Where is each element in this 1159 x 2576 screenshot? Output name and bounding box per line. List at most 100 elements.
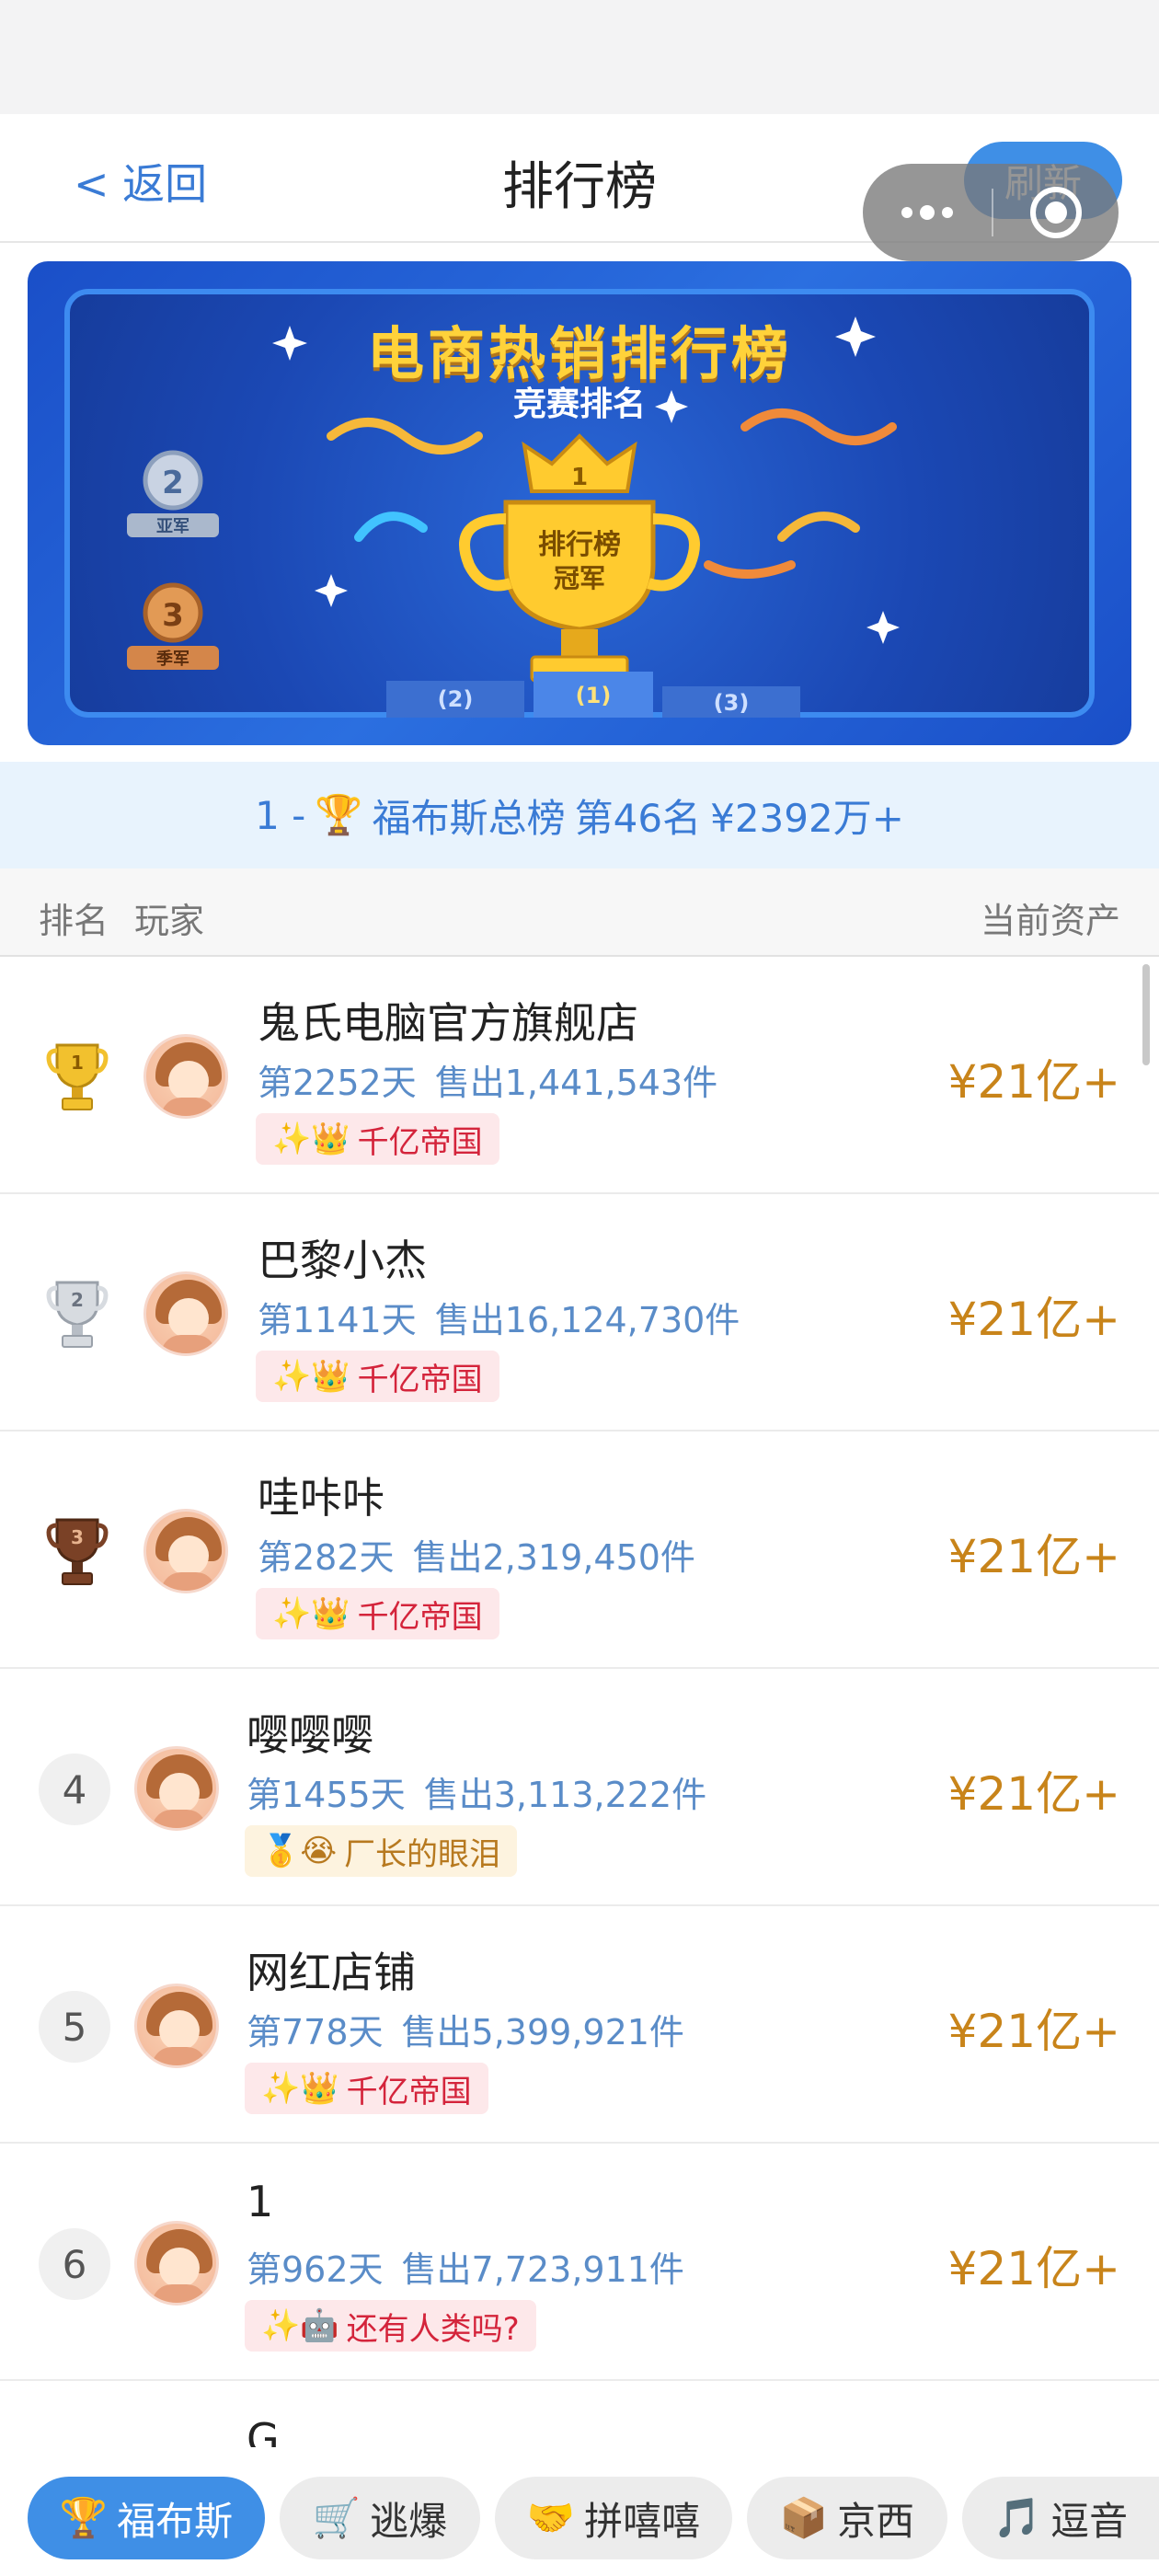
platform-tabs: 🏆 福布斯 🛒 逃爆 🤝 拼嘻嘻 📦 京西 🎵 逗音 <box>0 2458 1159 2576</box>
my-rank-prefix: 1 - <box>255 792 306 838</box>
status-bar <box>0 0 1159 114</box>
svg-text:3: 3 <box>71 1526 84 1548</box>
sold-count: 售出1,441,543件 <box>434 1063 718 1103</box>
svg-text:季军: 季军 <box>156 650 189 669</box>
silver-trophy-icon: 2 <box>46 1281 109 1348</box>
rank-number: 6 <box>39 2228 110 2300</box>
avatar <box>143 1271 228 1356</box>
column-rank: 排名 <box>39 901 109 941</box>
champion-trophy-icon: 1 排行榜 冠军 <box>459 433 700 683</box>
tab-douyin[interactable]: 🎵 逗音 <box>962 2477 1159 2559</box>
package-icon: 📦 <box>779 2495 829 2540</box>
table-row[interactable]: 6 1 第962天 售出7,723,911件 ✨🤖 还有人类吗? ¥21亿+ <box>0 2144 1159 2381</box>
table-row[interactable]: 1 鬼氏电脑官方旗舰店 第2252天 售出1,441,543件 ✨👑 千亿帝国 ¥… <box>0 957 1159 1194</box>
player-name: 嘤嘤嘤 <box>247 1710 373 1760</box>
player-name: 鬼氏电脑官方旗舰店 <box>258 998 638 1048</box>
my-rank-assets: ¥2392万+ <box>710 795 904 841</box>
table-row[interactable]: 5 网红店铺 第778天 售出5,399,921件 ✨👑 千亿帝国 ¥21亿+ <box>0 1906 1159 2144</box>
sold-count: 售出3,113,222件 <box>423 1775 707 1815</box>
svg-text:1: 1 <box>71 1052 84 1074</box>
tab-label: 逗音 <box>1050 2498 1129 2544</box>
podium: (2) (1) (3) <box>386 672 800 718</box>
title-badge-label: 千亿帝国 <box>357 1598 483 1636</box>
svg-text:(2): (2) <box>438 686 474 712</box>
player-assets: ¥21亿+ <box>947 1530 1120 1583</box>
sparkle-crown-icon: ✨👑 <box>272 1358 350 1395</box>
avatar <box>143 1034 228 1119</box>
svg-text:1: 1 <box>571 464 588 491</box>
leaderboard-list[interactable]: 1 鬼氏电脑官方旗舰店 第2252天 售出1,441,543件 ✨👑 千亿帝国 ¥… <box>0 957 1159 2447</box>
table-header: 排名 玩家 当前资产 <box>0 868 1159 957</box>
column-player: 玩家 <box>134 901 205 941</box>
sparkle-crown-icon: ✨👑 <box>272 1121 350 1157</box>
scrollbar[interactable] <box>1142 964 1150 1065</box>
days-count: 第1141天 <box>258 1300 417 1340</box>
svg-text:冠军: 冠军 <box>554 563 605 593</box>
tab-jingxi[interactable]: 📦 京西 <box>747 2477 947 2559</box>
avatar <box>134 1746 219 1831</box>
player-name: 巴黎小杰 <box>258 1236 427 1285</box>
mini-program-capsule <box>863 164 1119 261</box>
column-assets: 当前资产 <box>980 901 1120 941</box>
player-stats: 第1455天 售出3,113,222件 <box>247 1766 706 1817</box>
player-name: 哇咔咔 <box>258 1473 384 1523</box>
sparkle-crown-icon: ✨👑 <box>272 1595 350 1632</box>
medal-crying-icon: 🥇😭 <box>261 1833 338 1869</box>
sparkle-robot-icon: ✨🤖 <box>261 2307 339 2344</box>
player-name: 网红店铺 <box>247 1948 416 1997</box>
player-name: 1 <box>247 2177 274 2226</box>
title-badge: 🥇😭 厂长的眼泪 <box>245 1825 518 1877</box>
trophy-icon: 🏆 <box>315 792 363 837</box>
svg-text:2: 2 <box>162 465 184 501</box>
handshake-icon: 🤝 <box>526 2495 576 2540</box>
svg-text:(1): (1) <box>576 683 612 708</box>
bronze-medal-icon: 3 季军 <box>127 582 219 670</box>
title-badge-label: 千亿帝国 <box>346 2073 472 2110</box>
table-row[interactable]: 2 巴黎小杰 第1141天 售出16,124,730件 ✨👑 千亿帝国 ¥21亿+ <box>0 1194 1159 1432</box>
my-rank-summary[interactable]: 1 - 🏆 福布斯总榜 第46名 ¥2392万+ <box>0 762 1159 868</box>
tab-label: 拼嘻嘻 <box>584 2498 701 2544</box>
days-count: 第962天 <box>247 2249 384 2290</box>
title-badge-label: 还有人类吗? <box>346 2310 520 2348</box>
sparkle-crown-icon: ✨👑 <box>261 2070 339 2107</box>
player-assets: ¥21亿+ <box>947 1055 1120 1109</box>
title-badge: ✨👑 千亿帝国 <box>256 1113 499 1165</box>
tab-label: 逃爆 <box>370 2498 448 2544</box>
player-stats: 第778天 售出5,399,921件 <box>247 2004 684 2054</box>
silver-medal-icon: 2 亚军 <box>127 450 219 537</box>
tab-pinxixi[interactable]: 🤝 拼嘻嘻 <box>495 2477 732 2559</box>
avatar <box>134 2221 219 2306</box>
rank-number: 4 <box>39 1754 110 1825</box>
star-icon <box>866 611 900 644</box>
title-badge-label: 厂长的眼泪 <box>344 1835 501 1873</box>
table-row[interactable]: 4 嘤嘤嘤 第1455天 售出3,113,222件 🥇😭 厂长的眼泪 ¥21亿+ <box>0 1669 1159 1906</box>
player-name: G <box>247 2414 280 2447</box>
music-note-icon: 🎵 <box>993 2495 1042 2540</box>
svg-text:排行榜: 排行榜 <box>538 529 621 561</box>
svg-text:2: 2 <box>71 1289 84 1311</box>
tab-forbes[interactable]: 🏆 福布斯 <box>28 2477 265 2559</box>
sold-count: 售出2,319,450件 <box>412 1537 695 1578</box>
more-icon[interactable] <box>863 205 992 220</box>
leaderboard-banner: 2 亚军 3 季军 1 排行榜 冠军 (2) (1) (3) 电商热销排行榜 竞… <box>28 261 1131 745</box>
my-rank-position: 第46名 <box>574 795 702 841</box>
tab-taobao[interactable]: 🛒 逃爆 <box>280 2477 480 2559</box>
title-badge: ✨👑 千亿帝国 <box>256 1351 499 1402</box>
title-badge-label: 千亿帝国 <box>357 1123 483 1161</box>
navigation-bar: < 返回 排行榜 刷新 <box>0 114 1159 261</box>
close-target-icon[interactable] <box>993 187 1119 238</box>
sold-count: 售出16,124,730件 <box>434 1300 740 1340</box>
tab-label: 京西 <box>837 2498 915 2544</box>
star-icon <box>315 574 348 607</box>
days-count: 第778天 <box>247 2012 384 2053</box>
avatar <box>134 1984 219 2068</box>
table-row[interactable]: 3 哇咔咔 第282天 售出2,319,450件 ✨👑 千亿帝国 ¥21亿+ <box>0 1432 1159 1669</box>
days-count: 第1455天 <box>247 1775 406 1815</box>
title-badge: ✨🤖 还有人类吗? <box>245 2300 536 2352</box>
player-assets: ¥21亿+ <box>947 2242 1120 2295</box>
banner-subtitle: 竞赛排名 <box>512 385 646 423</box>
tab-label: 福布斯 <box>117 2498 234 2544</box>
table-row[interactable]: G <box>0 2381 1159 2447</box>
title-badge-label: 千亿帝国 <box>357 1361 483 1398</box>
bronze-trophy-icon: 3 <box>46 1518 109 1585</box>
